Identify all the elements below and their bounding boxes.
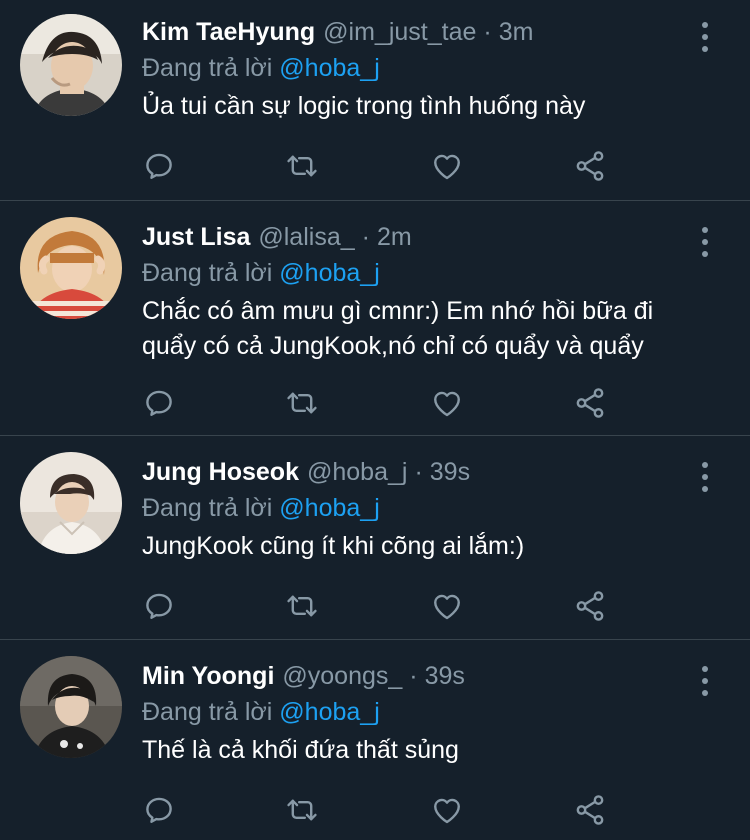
retweet-icon[interactable] <box>282 586 322 626</box>
separator: · <box>409 662 418 690</box>
replying-to: Đang trả lời @hoba_j <box>142 255 690 291</box>
more-options-icon[interactable] <box>698 227 712 257</box>
timestamp[interactable]: 3m <box>499 14 534 50</box>
tweet[interactable]: Jung Hoseok @hoba_j · 39s Đang trả lời @… <box>0 436 750 640</box>
tweet-header: Just Lisa @lalisa_ · 2m <box>142 219 690 255</box>
tweet-body: Kim TaeHyung @im_just_tae · 3m Đang trả … <box>142 14 690 124</box>
reply-prefix: Đang trả lời <box>142 494 273 522</box>
display-name[interactable]: Kim TaeHyung <box>142 14 315 50</box>
tweet-text: JungKook cũng ít khi cõng ai lắm:) <box>142 529 690 564</box>
tweet[interactable]: Kim TaeHyung @im_just_tae · 3m Đang trả … <box>0 0 750 201</box>
display-name[interactable]: Jung Hoseok <box>142 454 299 490</box>
reply-mention[interactable]: @hoba_j <box>279 494 379 522</box>
tweet-header: Jung Hoseok @hoba_j · 39s <box>142 454 690 490</box>
tweet-text-line: quẩy có cả JungKook,nó chỉ có quẩy và qu… <box>142 332 644 360</box>
reply-icon[interactable] <box>139 146 179 186</box>
retweet-icon[interactable] <box>282 146 322 186</box>
display-name[interactable]: Min Yoongi <box>142 658 274 694</box>
share-icon[interactable] <box>570 383 610 423</box>
tweet-header: Kim TaeHyung @im_just_tae · 3m <box>142 14 690 50</box>
reply-icon[interactable] <box>139 383 179 423</box>
retweet-icon[interactable] <box>282 383 322 423</box>
handle[interactable]: @yoongs_ <box>282 658 402 694</box>
tweet-text: Chắc có âm mưu gì cmnr:) Em nhớ hồi bữa … <box>142 294 690 364</box>
tweet-header: Min Yoongi @yoongs_ · 39s <box>142 658 690 694</box>
tweet-text-line: Ủa tui cần sự logic trong tình huống này <box>142 92 586 120</box>
like-icon[interactable] <box>427 790 467 830</box>
avatar-image-jung-hoseok <box>20 452 122 554</box>
handle[interactable]: @im_just_tae <box>323 14 476 50</box>
separator: · <box>361 223 370 251</box>
reply-icon[interactable] <box>139 790 179 830</box>
reply-icon[interactable] <box>139 586 179 626</box>
separator: · <box>414 458 423 486</box>
replying-to: Đang trả lời @hoba_j <box>142 694 690 730</box>
separator: · <box>483 18 492 46</box>
tweet-text-line: Thế là cả khối đứa thất sủng <box>142 736 459 764</box>
like-icon[interactable] <box>427 383 467 423</box>
share-icon[interactable] <box>570 790 610 830</box>
display-name[interactable]: Just Lisa <box>142 219 250 255</box>
more-options-icon[interactable] <box>698 462 712 492</box>
tweet-body: Jung Hoseok @hoba_j · 39s Đang trả lời @… <box>142 454 690 564</box>
replying-to: Đang trả lời @hoba_j <box>142 50 690 86</box>
tweet[interactable]: Min Yoongi @yoongs_ · 39s Đang trả lời @… <box>0 640 750 840</box>
action-bar <box>137 790 617 830</box>
avatar-image-kim-taehyung <box>20 14 122 116</box>
reply-mention[interactable]: @hoba_j <box>279 259 379 287</box>
reply-mention[interactable]: @hoba_j <box>279 54 379 82</box>
reply-prefix: Đang trả lời <box>142 698 273 726</box>
tweet-text: Thế là cả khối đứa thất sủng <box>142 733 690 768</box>
tweet-text-line: Chắc có âm mưu gì cmnr:) Em nhớ hồi bữa … <box>142 297 654 325</box>
tweet-text: Ủa tui cần sự logic trong tình huống này <box>142 89 690 124</box>
avatar[interactable] <box>20 14 122 116</box>
replying-to: Đang trả lời @hoba_j <box>142 490 690 526</box>
reply-feed: Kim TaeHyung @im_just_tae · 3m Đang trả … <box>0 0 750 840</box>
timestamp[interactable]: 39s <box>425 658 465 694</box>
tweet-body: Min Yoongi @yoongs_ · 39s Đang trả lời @… <box>142 658 690 768</box>
action-bar <box>137 383 617 423</box>
reply-prefix: Đang trả lời <box>142 54 273 82</box>
avatar[interactable] <box>20 452 122 554</box>
tweet-text-line: JungKook cũng ít khi cõng ai lắm:) <box>142 532 525 560</box>
more-options-icon[interactable] <box>698 22 712 52</box>
avatar[interactable] <box>20 656 122 758</box>
share-icon[interactable] <box>570 586 610 626</box>
reply-prefix: Đang trả lời <box>142 259 273 287</box>
avatar-image-min-yoongi <box>20 656 122 758</box>
share-icon[interactable] <box>570 146 610 186</box>
timestamp[interactable]: 39s <box>430 454 470 490</box>
reply-mention[interactable]: @hoba_j <box>279 698 379 726</box>
retweet-icon[interactable] <box>282 790 322 830</box>
like-icon[interactable] <box>427 146 467 186</box>
handle[interactable]: @hoba_j <box>307 454 407 490</box>
action-bar <box>137 146 617 186</box>
action-bar <box>137 586 617 626</box>
tweet-body: Just Lisa @lalisa_ · 2m Đang trả lời @ho… <box>142 219 690 364</box>
timestamp[interactable]: 2m <box>377 219 412 255</box>
avatar-image-just-lisa <box>20 217 122 319</box>
handle[interactable]: @lalisa_ <box>258 219 354 255</box>
more-options-icon[interactable] <box>698 666 712 696</box>
avatar[interactable] <box>20 217 122 319</box>
like-icon[interactable] <box>427 586 467 626</box>
tweet[interactable]: Just Lisa @lalisa_ · 2m Đang trả lời @ho… <box>0 201 750 436</box>
